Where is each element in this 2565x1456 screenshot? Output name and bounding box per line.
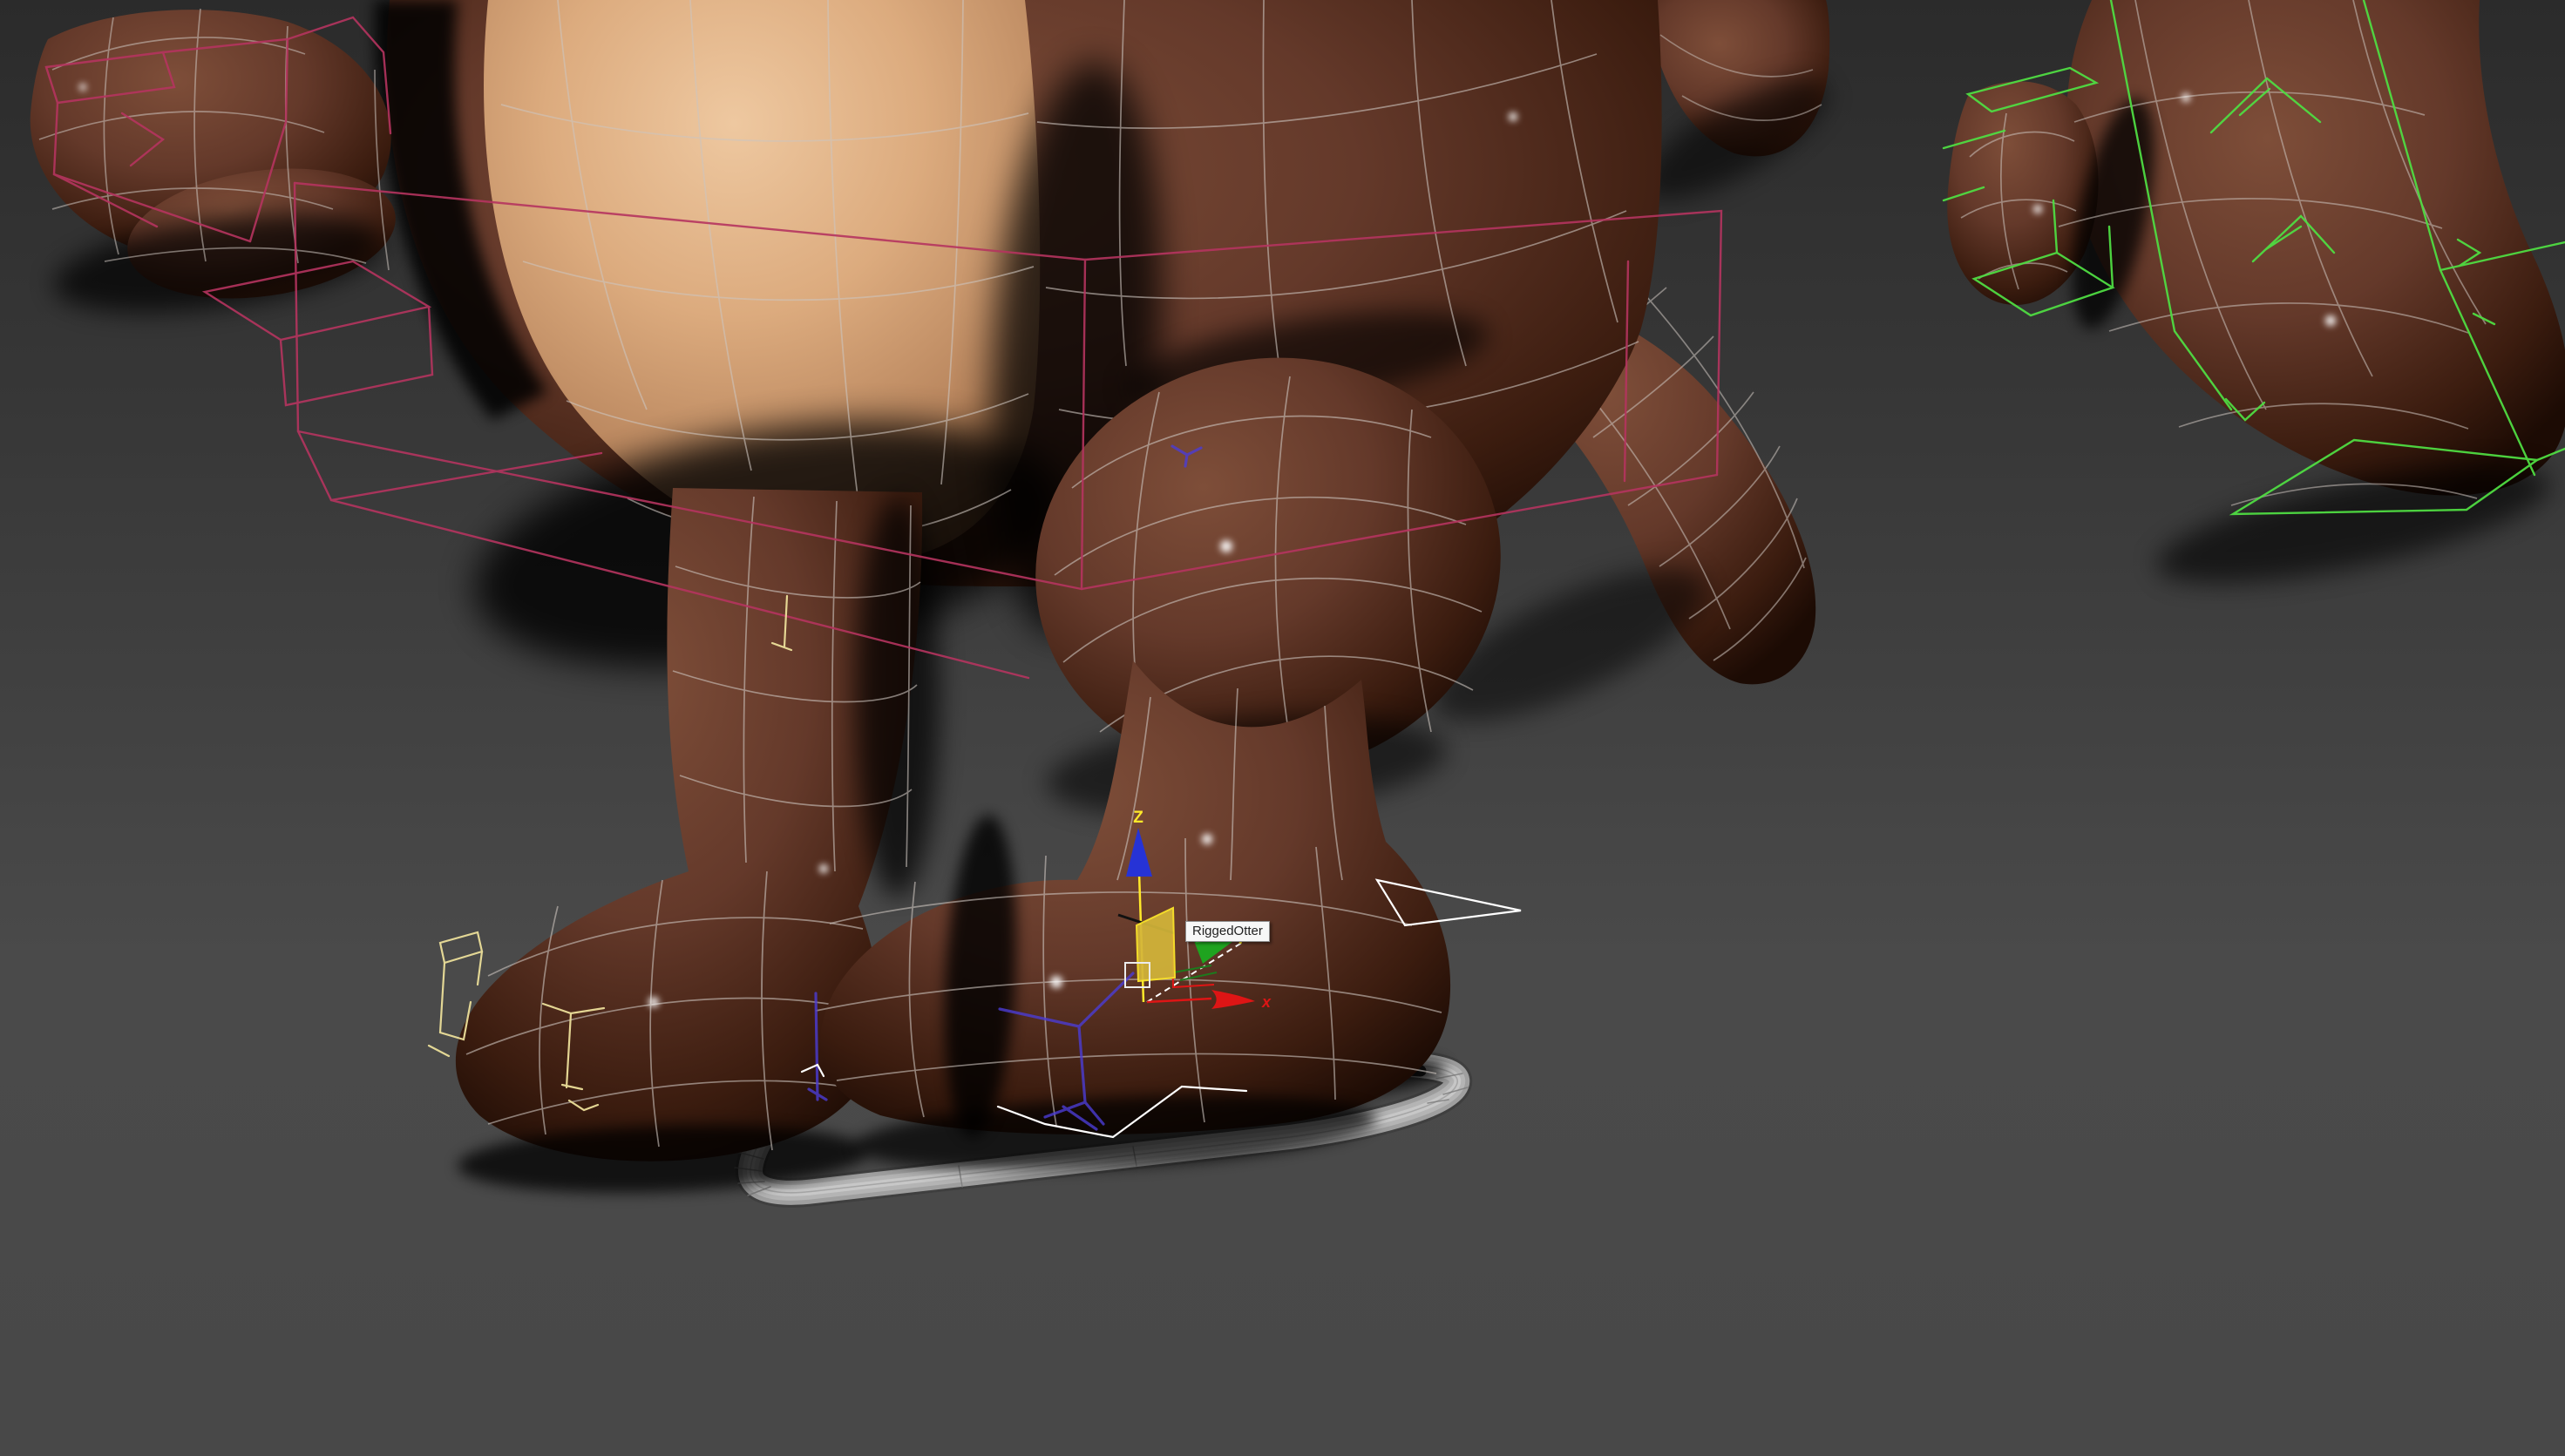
gizmo-x-label: x [1261,993,1272,1011]
viewport: Z x RiggedOtter [0,0,2565,1456]
viewport-canvas[interactable]: Z x [0,0,2565,1456]
gizmo-z-label: Z [1133,809,1143,827]
selection-tooltip: RiggedOtter [1185,921,1270,942]
